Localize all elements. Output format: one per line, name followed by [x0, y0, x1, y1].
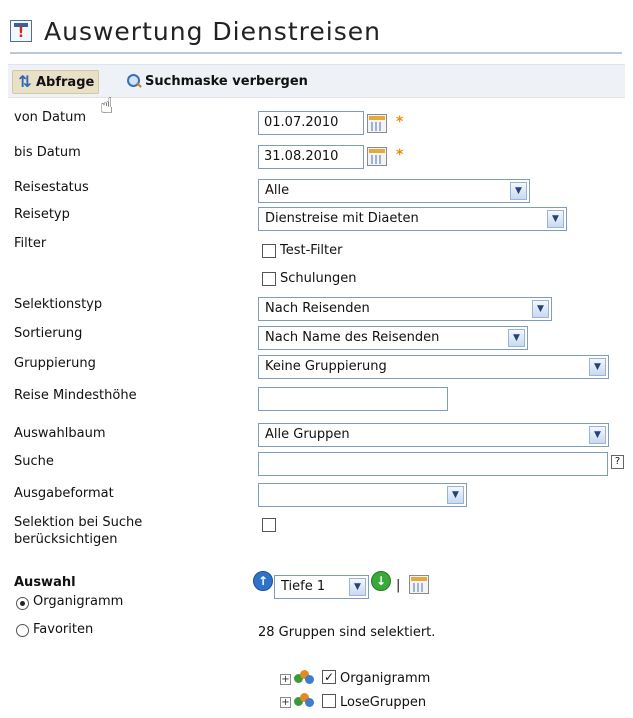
travel-status-value: Alle [265, 183, 290, 198]
selection-title: Auswahl [14, 575, 76, 590]
tree-item-label: Organigramm [340, 671, 431, 686]
sorting-value: Nach Name des Reisenden [265, 330, 440, 345]
organigram-radio[interactable] [16, 597, 29, 610]
chevron-down-icon[interactable]: ▼ [349, 578, 366, 596]
tree-view-icon[interactable] [409, 575, 429, 594]
chevron-down-icon[interactable]: ▼ [510, 182, 527, 200]
grouping-select[interactable]: Keine Gruppierung ▼ [258, 355, 609, 379]
level-up-icon[interactable]: ↑ [253, 571, 273, 591]
organigram-tree-checkbox[interactable]: ✓ [322, 670, 336, 684]
selection-tree-select[interactable]: Alle Gruppen ▼ [258, 423, 609, 447]
min-amount-input[interactable] [258, 387, 448, 411]
expand-icon[interactable]: + [280, 674, 291, 685]
chevron-down-icon[interactable]: ▼ [508, 329, 525, 347]
chevron-down-icon[interactable]: ▼ [547, 210, 564, 228]
query-button-label: Abfrage [36, 74, 95, 90]
search-input[interactable] [258, 452, 608, 476]
sorting-select[interactable]: Nach Name des Reisenden ▼ [258, 326, 528, 350]
chevron-down-icon[interactable]: ▼ [589, 426, 606, 444]
test-filter-label: Test-Filter [280, 243, 343, 258]
favorites-radio[interactable] [16, 624, 29, 637]
output-format-label: Ausgabeformat [14, 486, 114, 501]
schulungen-label: Schulungen [280, 271, 357, 286]
query-button[interactable]: ⇅ Abfrage [12, 70, 100, 94]
required-marker: * [396, 114, 404, 130]
filter-label: Filter [14, 236, 47, 251]
toolbar-separator: | [396, 578, 401, 593]
to-date-input[interactable]: 31.08.2010 [258, 145, 364, 169]
refresh-icon: ⇅ [18, 72, 32, 91]
output-format-select[interactable]: ▼ [258, 483, 467, 507]
selection-type-select[interactable]: Nach Reisenden ▼ [258, 297, 552, 321]
min-amount-label: Reise Mindesthöhe [14, 388, 137, 403]
chevron-down-icon[interactable]: ▼ [447, 486, 464, 504]
selection-tree-label: Auswahlbaum [14, 426, 106, 441]
from-date-input[interactable]: 01.07.2010 [258, 111, 364, 135]
title-divider [10, 52, 622, 54]
consider-selection-label-1: Selektion bei Suche [14, 515, 143, 530]
toolbar: ⇅ Abfrage Suchmaske verbergen [8, 64, 625, 98]
losegruppen-tree-checkbox[interactable] [322, 694, 336, 708]
calendar-icon[interactable] [367, 114, 387, 133]
depth-select[interactable]: Tiefe 1 ▼ [274, 575, 369, 599]
favorites-radio-label: Favoriten [33, 622, 94, 637]
selection-type-value: Nach Reisenden [265, 301, 370, 316]
tree-item-label: LoseGruppen [340, 695, 427, 710]
travel-type-label: Reisetyp [14, 207, 70, 222]
grouping-label: Gruppierung [14, 356, 96, 371]
depth-value: Tiefe 1 [281, 579, 326, 594]
chevron-down-icon[interactable]: ▼ [532, 300, 549, 318]
selection-type-label: Selektionstyp [14, 297, 103, 312]
sorting-label: Sortierung [14, 326, 83, 341]
help-icon[interactable]: ? [611, 455, 624, 469]
search-label: Suche [14, 454, 54, 469]
travel-status-label: Reisestatus [14, 180, 89, 195]
test-filter-checkbox[interactable] [262, 244, 276, 258]
travel-type-select[interactable]: Dienstreise mit Diaeten ▼ [258, 207, 567, 231]
to-date-label: bis Datum [14, 145, 81, 160]
consider-selection-checkbox[interactable] [262, 518, 276, 532]
chevron-down-icon[interactable]: ▼ [589, 358, 606, 376]
group-icon [294, 670, 314, 684]
travel-status-select[interactable]: Alle ▼ [258, 179, 530, 203]
page-title: Auswertung Dienstreisen [44, 16, 381, 46]
consider-selection-label-2: berücksichtigen [14, 532, 118, 547]
page-header: Auswertung Dienstreisen [10, 14, 381, 48]
hand-cursor-icon: ☝ [100, 94, 114, 119]
expand-icon[interactable]: + [280, 697, 291, 708]
travel-type-value: Dienstreise mit Diaeten [265, 211, 419, 226]
level-down-icon[interactable]: ↓ [371, 571, 391, 591]
organigram-radio-label: Organigramm [33, 594, 124, 609]
report-icon [10, 20, 32, 42]
hide-search-label: Suchmaske verbergen [145, 73, 308, 89]
calendar-icon[interactable] [367, 147, 387, 166]
group-icon [294, 693, 314, 707]
selection-tree-value: Alle Gruppen [265, 427, 350, 442]
selection-status-text: 28 Gruppen sind selektiert. [258, 625, 436, 640]
grouping-value: Keine Gruppierung [265, 359, 387, 374]
schulungen-checkbox[interactable] [262, 272, 276, 286]
magnifier-icon [126, 73, 142, 89]
hide-search-button[interactable]: Suchmaske verbergen [126, 70, 308, 92]
required-marker: * [396, 147, 404, 163]
from-date-label: von Datum [14, 110, 86, 125]
